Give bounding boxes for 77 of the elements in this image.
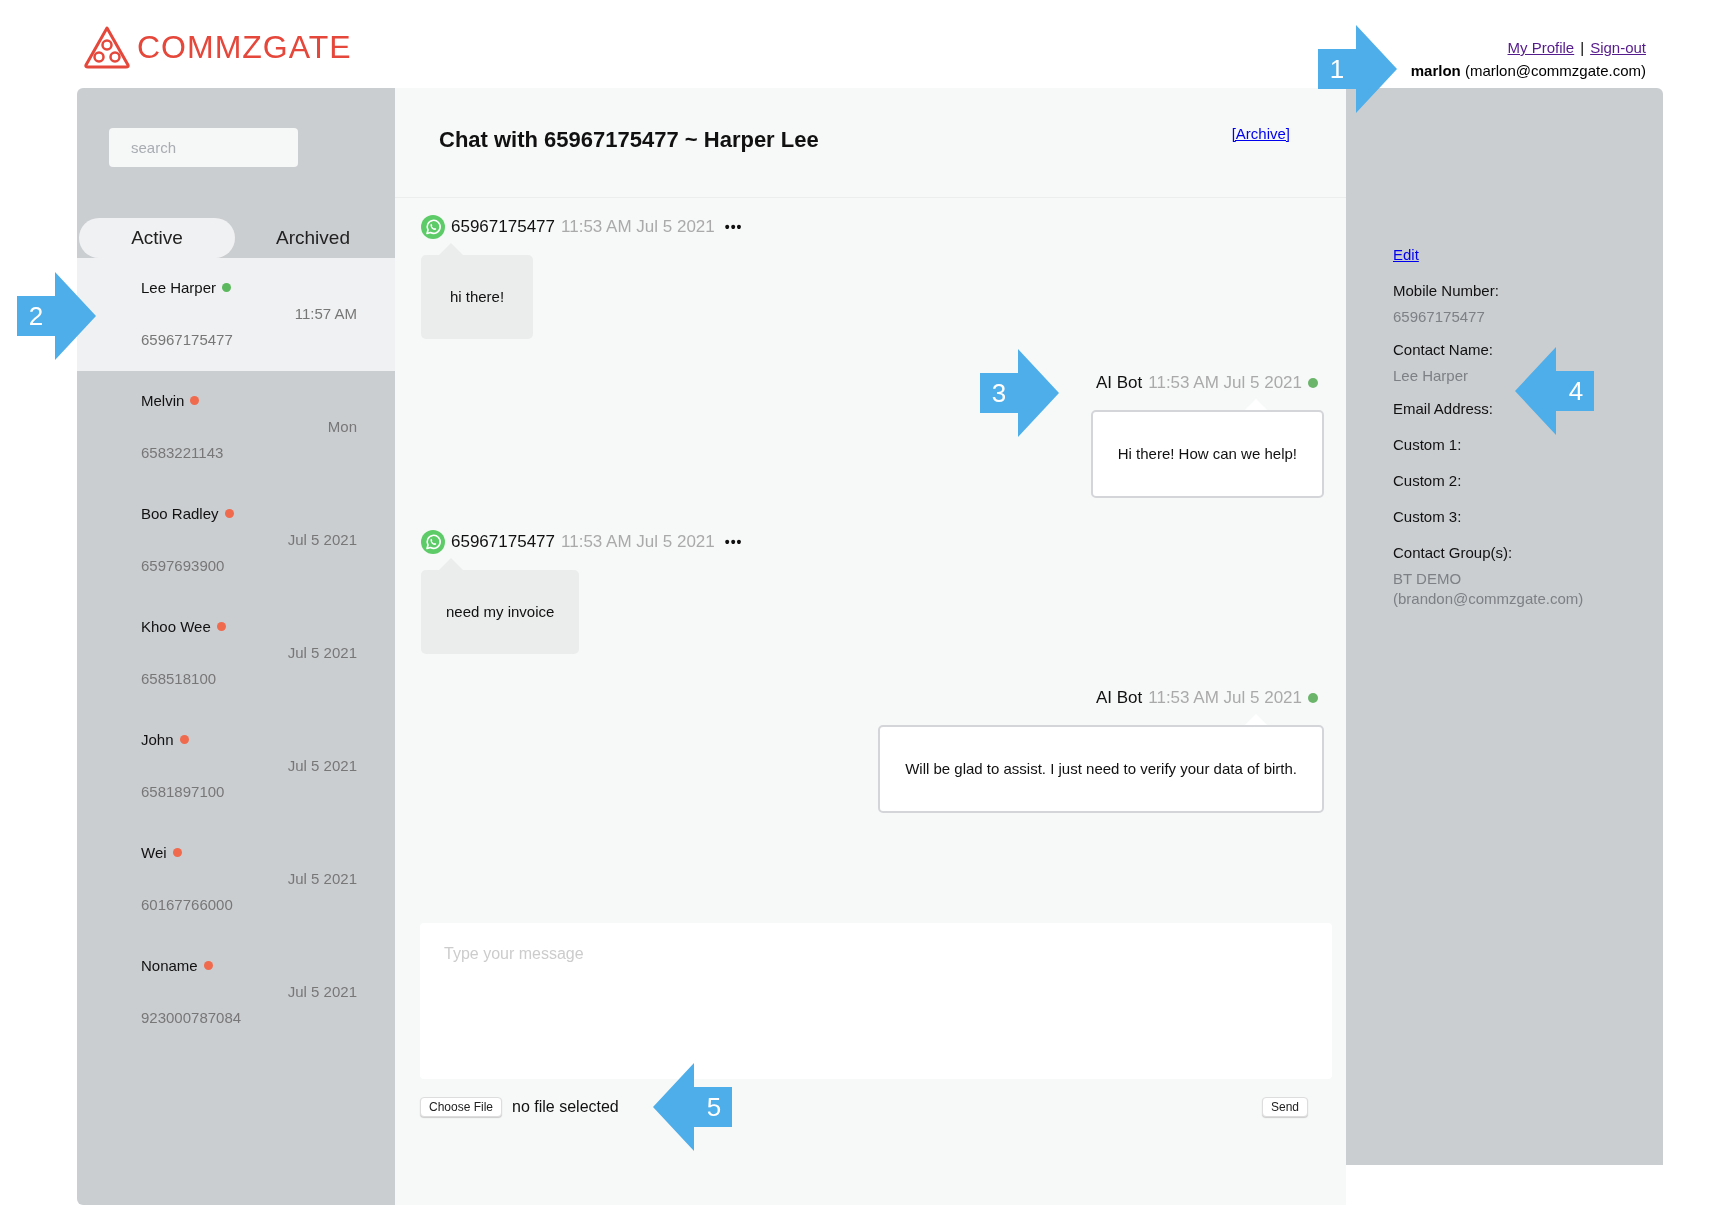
conversation-item[interactable]: Lee Harper 11:57 AM 65967175477 [77,258,395,371]
callout-arrow: 1 [1318,25,1397,113]
last-message-time: Mon [327,417,357,435]
profile-link[interactable]: My Profile [1507,39,1575,56]
send-button[interactable]: Send [1261,1097,1308,1117]
callout-arrow: 3 [980,349,1059,437]
message-bubble: Hi there! How can we help! [1090,410,1324,498]
field-value: BT DEMO (brandon@commzgate.com) [1393,569,1585,609]
last-message-time: Jul 5 2021 [287,756,357,774]
conversation-item[interactable]: Khoo Wee Jul 5 2021 658518100 [77,597,395,710]
field-value: Lee Harper [1393,366,1469,386]
conversation-item[interactable]: Boo Radley Jul 5 2021 6597693900 [77,484,395,597]
phone-number: 60167766000 [141,895,234,913]
message-time: 11:53 AM Jul 5 2021 [1148,373,1302,393]
phone-number: 65967175477 [141,330,234,348]
field-label: Custom 3: [1393,507,1462,527]
tab[interactable]: Active [79,218,235,258]
more-options-icon[interactable]: ••• [724,219,743,235]
last-message-time: Jul 5 2021 [287,643,357,661]
contact-name: Noname [141,956,198,974]
field-value: 65967175477 [1393,307,1485,327]
sender-name: AI Bot [1095,373,1143,393]
callout-arrow: 2 [17,272,96,360]
status-dot [1308,378,1318,388]
archive-link[interactable]: [Archive] [1231,125,1290,142]
contact-name: John [141,730,174,748]
choose-file-button[interactable]: Choose File [420,1097,503,1117]
message-bubble: need my invoice [421,570,580,654]
callout-arrow: 4 [1515,347,1594,435]
phone-number: 6583221143 [141,443,225,461]
edit-link[interactable]: Edit [1393,242,1419,268]
field-label: Contact Name: [1393,340,1494,360]
more-options-icon[interactable]: ••• [724,534,743,550]
message-bubble: hi there! [421,255,533,339]
logo-icon [83,25,131,69]
phone-number: 6581897100 [141,782,226,800]
tab[interactable]: Archived [235,218,391,258]
chat-title: Chat with 65967175477 ~ Harper Lee [439,126,819,153]
contact-name: Wei [141,843,167,861]
conversation-item[interactable]: Wei Jul 5 2021 60167766000 [77,823,395,936]
field-label: Custom 2: [1393,471,1462,491]
callout-arrow: 5 [653,1063,732,1151]
user-name: marlon [1410,62,1461,79]
conversation-item[interactable]: Noname Jul 5 2021 923000787084 [77,936,395,1049]
message-time: 11:53 AM Jul 5 2021 [561,217,715,237]
search-field[interactable]: search [109,128,298,167]
phone-number: 658518100 [141,669,218,687]
field-label: Custom 1: [1393,435,1462,455]
file-status: no file selected [512,1098,619,1116]
message-time: 11:53 AM Jul 5 2021 [561,532,715,552]
conversation-item[interactable]: John Jul 5 2021 6581897100 [77,710,395,823]
chat-bubble-phone-icon [421,215,445,239]
field-label: Mobile Number: [1393,281,1499,301]
last-message-time: Jul 5 2021 [287,982,357,1000]
contact-name: Lee Harper [141,278,217,296]
chat-bubble-phone-icon [421,530,445,554]
logo-text: COMMZGATE [137,28,352,66]
phone-number: 6597693900 [141,556,226,574]
contact-name: Boo Radley [141,504,219,522]
last-message-time: 11:57 AM [294,304,357,322]
field-label: Email Address: [1393,399,1494,419]
message-time: 11:53 AM Jul 5 2021 [1148,688,1302,708]
phone-number: 923000787084 [141,1008,243,1026]
sign-out-link[interactable]: Sign-out [1590,39,1646,56]
separator-text: | [1580,39,1585,56]
message-bubble: Will be glad to assist. I just need to verify your data of birth. [878,725,1324,813]
contact-name: Khoo Wee [141,617,211,635]
field-label: Contact Group(s): [1393,543,1513,563]
conversation-item[interactable]: Melvin Mon 6583221143 [77,371,395,484]
status-dot [1308,693,1318,703]
contact-name: Melvin [141,391,185,409]
sender-name: 65967175477 [451,217,555,237]
sender-name: 65967175477 [451,532,555,552]
user-email: (marlon@commzgate.com) [1464,62,1646,79]
last-message-time: Jul 5 2021 [287,869,357,887]
sender-name: AI Bot [1095,688,1143,708]
last-message-time: Jul 5 2021 [287,530,357,548]
